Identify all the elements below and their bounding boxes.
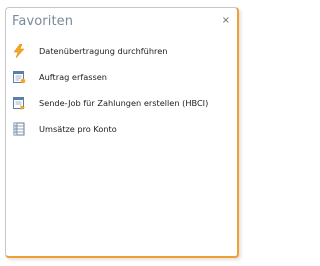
favorite-item-umsaetze[interactable]: Umsätze pro Konto xyxy=(6,116,237,142)
favorite-item-auftrag-erfassen[interactable]: Auftrag erfassen xyxy=(6,64,237,90)
favorite-item-label: Datenübertragung durchführen xyxy=(39,46,168,56)
close-icon[interactable]: × xyxy=(222,16,230,26)
favorite-item-sende-job[interactable]: Sende-Job für Zahlungen erstellen (HBCI) xyxy=(6,90,237,116)
favorite-item-label: Auftrag erfassen xyxy=(39,72,107,82)
table-list-icon xyxy=(13,122,25,136)
panel-title: Favoriten xyxy=(12,14,74,29)
favorite-item-label: Umsätze pro Konto xyxy=(39,124,117,134)
lightning-icon xyxy=(13,44,25,58)
favorites-panel: Favoriten × Datenübertragung durchführen… xyxy=(5,7,239,258)
order-document-icon xyxy=(13,71,26,84)
favorite-item-label: Sende-Job für Zahlungen erstellen (HBCI) xyxy=(39,98,209,108)
send-job-document-icon xyxy=(13,97,25,110)
favorite-item-datenuebertragung[interactable]: Datenübertragung durchführen xyxy=(6,38,237,64)
favorites-list: Datenübertragung durchführen Auftrag erf… xyxy=(6,38,237,142)
